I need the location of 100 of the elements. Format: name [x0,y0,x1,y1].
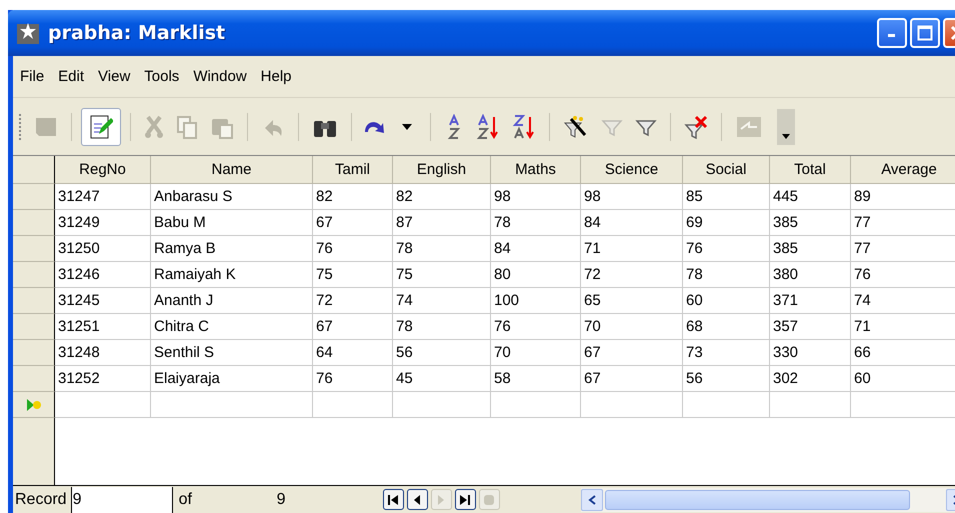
table-cell: 56 [683,366,770,392]
row-selector[interactable] [13,366,55,392]
empty-cell[interactable] [770,392,851,418]
table-cell: Senthil S [151,340,313,366]
empty-cell[interactable] [683,392,770,418]
left-chevron-icon [588,494,596,504]
menu-item[interactable]: Edit [53,68,90,85]
empty-cell[interactable] [393,392,491,418]
table-cell: 71 [851,314,955,340]
table-cell: 71 [581,236,683,262]
menu-item[interactable]: Tools [139,68,184,85]
empty-cell[interactable] [151,392,313,418]
table-cell: 31252 [55,366,151,392]
empty-cell[interactable] [491,392,581,418]
column-header[interactable]: Science [581,156,683,184]
table-cell: 385 [770,236,851,262]
table-cell: Babu M [151,210,313,236]
table-cell: Elaiyaraja [151,366,313,392]
scroll-thumb[interactable] [605,490,910,510]
table-cell: 72 [581,262,683,288]
table-cell: 380 [770,262,851,288]
redo-arrow-icon [365,120,385,134]
column-header[interactable]: Name [151,156,313,184]
table-cell: 31247 [55,184,151,210]
maximize-button[interactable] [910,18,940,48]
record-number-field[interactable]: 9 [70,486,173,512]
horizontal-scrollbar[interactable] [581,488,955,512]
minimize-button[interactable] [877,18,907,48]
table-cell: 76 [851,262,955,288]
scroll-left-button[interactable] [581,488,603,510]
table-cell: 31250 [55,236,151,262]
table-cell: 89 [851,184,955,210]
of-label: of [178,490,193,508]
table-cell: Chitra C [151,314,313,340]
table-cell: 31251 [55,314,151,340]
table-cell: 72 [313,288,393,314]
table-cell: 67 [581,340,683,366]
scissors-icon [144,114,164,138]
toolbar-button[interactable] [81,108,121,146]
table-cell: 66 [851,340,955,366]
table-cell: 445 [770,184,851,210]
header-corner [13,156,55,184]
toolbar-overflow-button[interactable] [777,108,795,144]
empty-cell[interactable] [581,392,683,418]
window-title: prabha: Marklist [48,22,226,44]
table-cell: 60 [683,288,770,314]
column-header[interactable]: Tamil [313,156,393,184]
first-icon [387,494,400,506]
menu-item[interactable]: View [93,68,136,85]
table-cell: 371 [770,288,851,314]
row-selector[interactable] [13,262,55,288]
column-header[interactable]: RegNo [55,156,151,184]
table-cell: 74 [393,288,491,314]
column-header[interactable]: Social [683,156,770,184]
table-cell: 75 [393,262,491,288]
table-cell: 78 [393,236,491,262]
table-cell: 87 [393,210,491,236]
table-cell: Ananth J [151,288,313,314]
row-selector[interactable] [13,392,55,418]
table-cell: 68 [683,314,770,340]
table-cell: 84 [581,210,683,236]
caret-icon [782,134,790,138]
table-cell: 74 [851,288,955,314]
column-header[interactable]: English [393,156,491,184]
table-cell: 76 [313,366,393,392]
table-cell: 78 [683,262,770,288]
previous-record-button[interactable] [406,489,428,510]
last-record-button[interactable] [454,489,476,510]
row-selector[interactable] [13,210,55,236]
maximize-icon [917,25,933,41]
table-cell: 82 [393,184,491,210]
column-header[interactable]: Maths [491,156,581,184]
table-cell: 31249 [55,210,151,236]
table-cell: 76 [491,314,581,340]
row-selector[interactable] [13,340,55,366]
menu-item[interactable]: File [15,68,50,85]
menu-item[interactable]: Help [256,68,297,85]
column-header[interactable]: Total [770,156,851,184]
table-cell: 385 [770,210,851,236]
row-selector[interactable] [13,288,55,314]
table-cell: 78 [393,314,491,340]
edit-icon [89,114,113,140]
table-cell: 80 [491,262,581,288]
first-record-button[interactable] [382,489,404,510]
row-selector[interactable] [13,314,55,340]
table-cell: 98 [491,184,581,210]
remove-filter-icon [684,114,708,138]
empty-cell[interactable] [313,392,393,418]
column-header[interactable]: Average [851,156,955,184]
menu-item[interactable]: Window [188,68,252,85]
record-label: Record [14,490,68,508]
sort-icon [447,114,461,140]
row-selector[interactable] [13,236,55,262]
table-cell: 84 [491,236,581,262]
table-cell: 70 [581,314,683,340]
table-cell: 67 [313,210,393,236]
row-selector[interactable] [13,184,55,210]
data-to-text-icon [735,114,763,138]
last-icon [459,494,472,506]
table-cell: 302 [770,366,851,392]
